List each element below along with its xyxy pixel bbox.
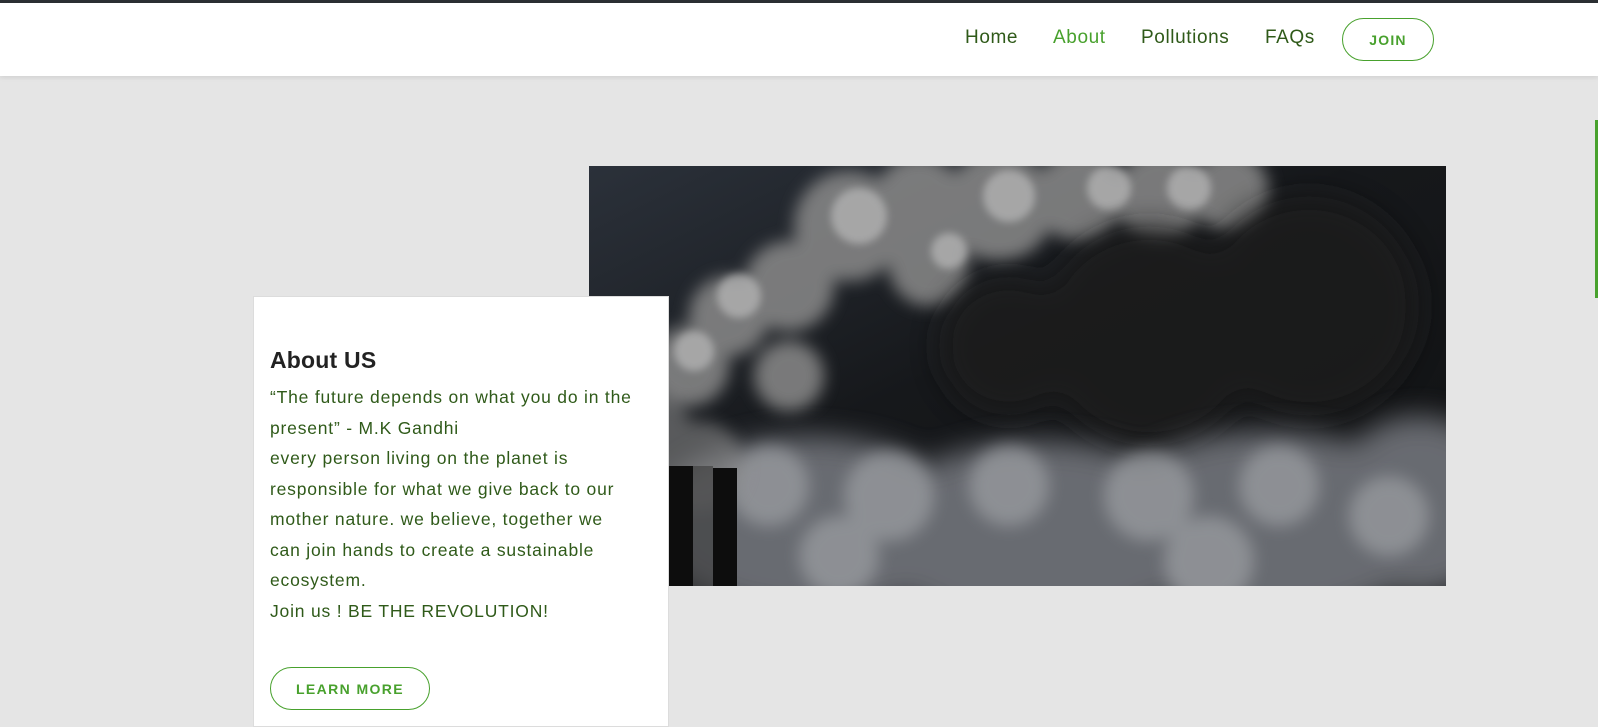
about-text: “The future depends on what you do in th…: [270, 382, 652, 626]
factory-smoke-image: [589, 166, 1446, 586]
quote-line: “The future depends on what you do in th…: [270, 387, 632, 407]
nav-item-pollutions[interactable]: Pollutions: [1141, 27, 1229, 49]
nav-item-faqs[interactable]: FAQs: [1265, 27, 1315, 49]
nav-links: Home About Pollutions FAQs JOIN: [0, 3, 1598, 76]
body-line: responsible for what we give back to our: [270, 478, 615, 499]
about-title: About US: [270, 347, 377, 373]
body-line: mother nature. we believe, together we: [270, 509, 603, 529]
join-button[interactable]: JOIN: [1342, 18, 1434, 61]
learn-more-button[interactable]: LEARN MORE: [270, 667, 430, 710]
body-line: ecosystem.: [270, 570, 367, 590]
navbar: Home About Pollutions FAQs JOIN: [0, 3, 1598, 76]
nav-item-about[interactable]: About: [1053, 27, 1106, 49]
body-line: can join hands to create a sustainable: [270, 539, 595, 560]
cta-line: Join us ! BE THE REVOLUTION!: [270, 600, 549, 621]
quote-line: present” - M.K Gandhi: [270, 417, 459, 438]
about-card: About US “The future depends on what you…: [253, 296, 669, 727]
nav-item-home[interactable]: Home: [965, 27, 1018, 49]
body-line: every person living on the planet is: [270, 448, 569, 468]
